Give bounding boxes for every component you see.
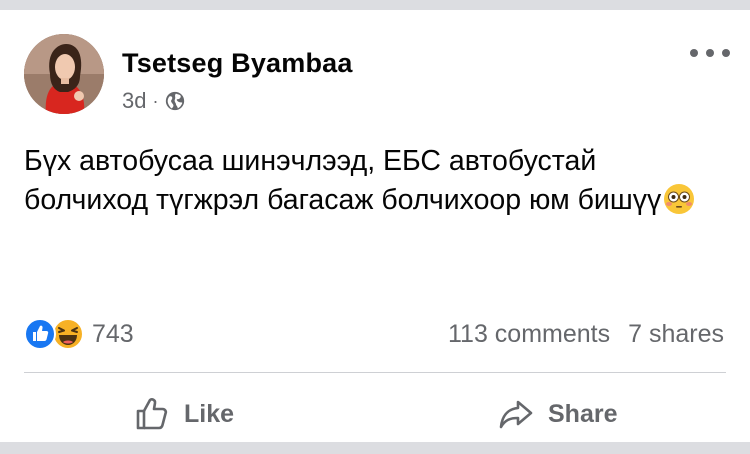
more-options-button[interactable] [690,42,730,64]
more-dot-icon [690,49,698,57]
comments-count[interactable]: 113 comments [448,320,610,349]
like-label: Like [184,399,235,428]
author-name[interactable]: Tsetseg Byambaa [122,48,353,79]
like-button[interactable]: Like [134,390,234,438]
meta-separator: · [152,90,159,111]
feed-background-top [0,0,750,10]
shares-count[interactable]: 7 shares [628,320,724,349]
share-label: Share [548,399,618,428]
more-dot-icon [706,49,714,57]
engagement-counts: 113 comments 7 shares [448,320,724,349]
post-card: Tsetseg Byambaa 3d · Бүх автобусаа шинэч… [0,10,750,442]
haha-reaction-icon [52,318,84,350]
divider [24,372,726,373]
avatar-photo [24,34,104,114]
share-arrow-icon [499,400,533,429]
more-dot-icon [722,49,730,57]
flushed-face-emoji [664,184,695,214]
feed-background-bottom [0,442,750,454]
reaction-count: 743 [92,319,134,348]
like-reaction-icon [24,318,56,350]
post-time[interactable]: 3d [122,88,146,114]
share-button[interactable]: Share [498,390,617,438]
avatar[interactable] [24,34,104,114]
post-text: Бүх автобусаа шинэчлээд, ЕБС автобустай … [24,145,662,216]
thumbs-up-icon [136,398,168,430]
reactions-summary[interactable]: 743 [24,316,134,352]
post-meta: 3d · [122,88,186,114]
globe-icon[interactable] [164,90,186,112]
post-body: Бүх автобусаа шинэчлээд, ЕБС автобустай … [24,142,724,220]
